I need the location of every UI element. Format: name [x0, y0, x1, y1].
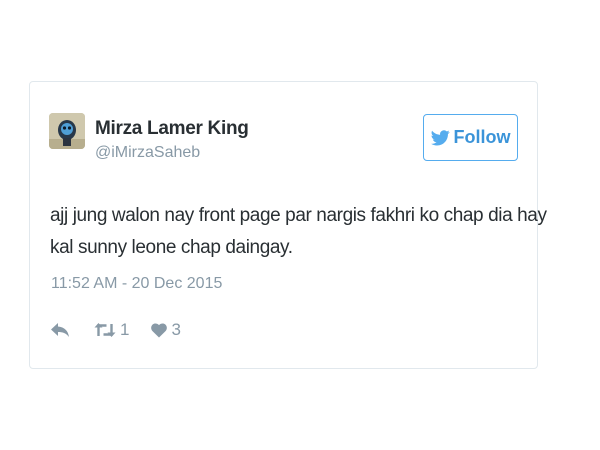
- reply-button[interactable]: [50, 322, 70, 338]
- follow-label: Follow: [453, 127, 511, 147]
- retweet-button[interactable]: 1: [94, 320, 129, 340]
- retweet-count: 1: [120, 320, 130, 339]
- tweet-text-line: ajj jung walon nay front page par nargis…: [50, 205, 547, 226]
- tweet-text-line: kal sunny leone chap daingay.: [50, 237, 293, 258]
- like-count: 3: [171, 320, 181, 339]
- avatar[interactable]: [49, 113, 85, 149]
- author-handle[interactable]: @iMirzaSaheb: [95, 144, 200, 162]
- heart-icon: [151, 322, 168, 338]
- tweet-timestamp[interactable]: 11:52 AM - 20 Dec 2015: [51, 275, 222, 293]
- twitter-bird-icon: [430, 129, 450, 146]
- tweet-actions: 1 3: [50, 318, 181, 342]
- tweet-text: ajj jung walon nay front page par nargis…: [50, 200, 547, 264]
- avatar-image: [49, 113, 85, 149]
- retweet-icon: [94, 322, 116, 338]
- follow-button[interactable]: Follow: [423, 114, 518, 161]
- reply-icon: [50, 322, 70, 338]
- tweet-card: Mirza Lamer King @iMirzaSaheb Follow ajj…: [29, 81, 547, 369]
- author-name[interactable]: Mirza Lamer King: [95, 118, 249, 140]
- like-button[interactable]: 3: [151, 320, 181, 340]
